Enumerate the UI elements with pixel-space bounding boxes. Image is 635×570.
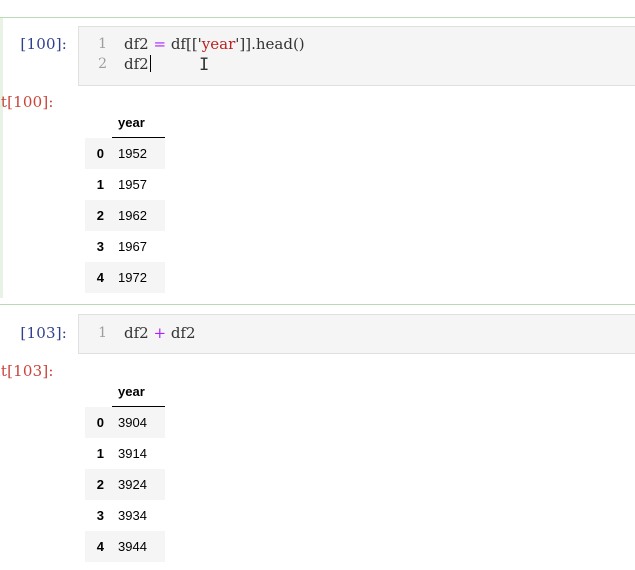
table-row: 3 3934 [85, 500, 165, 531]
cell-value: 1972 [118, 270, 147, 285]
cell-value: 1952 [118, 146, 147, 161]
row-index: 4 [96, 270, 104, 285]
column-header-year: year [112, 107, 165, 138]
cell-2-top-border [0, 304, 635, 305]
row-index: 3 [96, 239, 104, 254]
code-string: year [201, 35, 236, 53]
code-operator: + [153, 324, 167, 342]
code-line-1[interactable]: df2 = df[['year']].head() [124, 35, 305, 53]
ibeam-cursor-icon: I [199, 55, 210, 75]
code-token: df[[' [166, 35, 202, 53]
index-header [85, 107, 112, 138]
text-cursor [149, 55, 151, 72]
cell-value: 3914 [118, 446, 147, 461]
cell-1-top-border [0, 17, 635, 18]
cell-1-left-bar [0, 18, 3, 298]
dataframe-output-1: year 0 1952 1 1957 2 1962 3 1967 4 1972 [85, 107, 165, 293]
table-row: 1 3914 [85, 438, 165, 469]
row-index: 0 [96, 414, 104, 430]
cell-value: 3904 [118, 415, 147, 430]
code-token: df2 [166, 324, 196, 342]
table-row: 1 1957 [85, 169, 165, 200]
code-token: df2 [124, 35, 154, 53]
cell-value: 3934 [118, 508, 147, 523]
row-index: 2 [96, 477, 104, 492]
code-token: df2 [124, 55, 149, 73]
table-row: 0 3904 [85, 406, 165, 438]
row-index: 3 [96, 508, 104, 523]
table-row: 3 1967 [85, 231, 165, 262]
code-operator: = [153, 35, 167, 53]
cell-value: 3924 [118, 477, 147, 492]
dataframe-output-2: year 0 3904 1 3914 2 3924 3 3934 4 3944 [85, 376, 165, 562]
cell-2-code-editor[interactable]: 1 df2 + df2 [78, 314, 635, 354]
cell-2-input-prompt: [103]: [20, 324, 67, 342]
code-line-1[interactable]: df2 + df2 [124, 324, 196, 342]
table-row: 2 3924 [85, 469, 165, 500]
table-row: 4 3944 [85, 531, 165, 562]
code-token: ']].head() [235, 35, 305, 53]
index-header [85, 376, 112, 407]
row-index: 2 [96, 208, 104, 223]
code-token: df2 [124, 324, 154, 342]
table-row: 0 1952 [85, 137, 165, 169]
cell-value: 1967 [118, 239, 147, 254]
cell-value: 1962 [118, 208, 147, 223]
row-index: 1 [96, 177, 104, 192]
cell-1-output-prompt: ut[100]: [0, 93, 54, 111]
line-number: 1 [98, 36, 107, 52]
column-header-year: year [112, 376, 165, 407]
line-number: 1 [98, 325, 107, 341]
cell-1-code-editor[interactable]: 1 df2 = df[['year']].head() 2 df2 I [78, 26, 635, 86]
cell-value: 3944 [118, 539, 147, 554]
code-line-2[interactable]: df2 [124, 55, 151, 73]
row-index: 0 [96, 145, 104, 161]
table-row: 4 1972 [85, 262, 165, 293]
row-index: 4 [96, 539, 104, 554]
line-number: 2 [98, 56, 107, 72]
table-row: 2 1962 [85, 200, 165, 231]
cell-1-input-prompt: [100]: [20, 35, 67, 53]
row-index: 1 [96, 446, 104, 461]
cell-value: 1957 [118, 177, 147, 192]
cell-2-output-prompt: ut[103]: [0, 362, 54, 380]
